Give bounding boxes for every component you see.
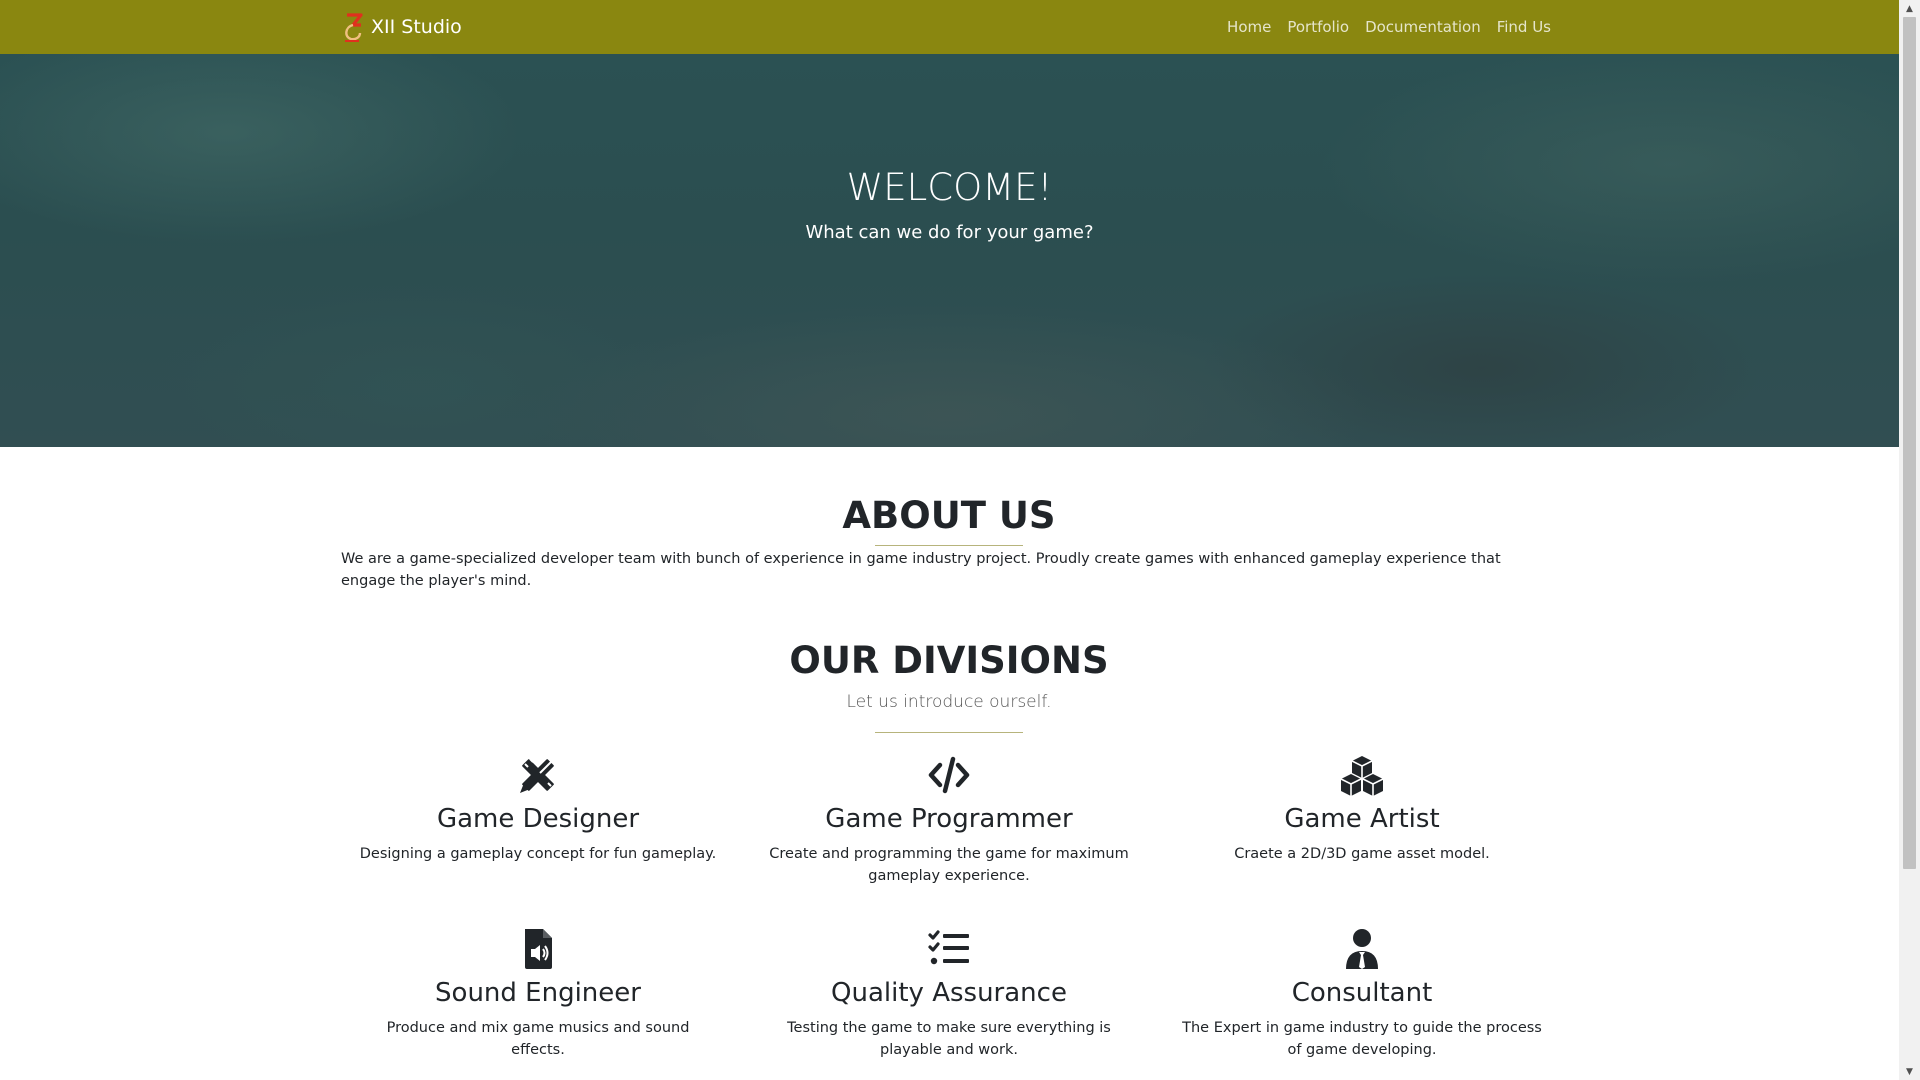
division-card: Consultant The Expert in game industry t… — [1172, 927, 1552, 1061]
divisions-title: OUR DIVISIONS — [789, 639, 1109, 682]
scroll-up-arrow-icon[interactable]: ▲ — [1899, 0, 1920, 17]
pen-ruler-icon — [520, 758, 554, 793]
content-section: ABOUT US We are a game-specialized devel… — [341, 447, 1557, 1080]
brand-name: XII Studio — [371, 16, 462, 38]
division-name: Game Designer — [436, 804, 640, 834]
division-card: Sound Engineer Produce and mix game musi… — [348, 927, 728, 1061]
nav-home-link[interactable]: Home — [1227, 18, 1271, 36]
division-card: Game Designer Designing a gameplay conce… — [348, 753, 728, 865]
division-name: Sound Engineer — [435, 978, 641, 1008]
navbar: XII Studio Home Portfolio Documentation … — [0, 0, 1899, 54]
division-description: Craete a 2D/3D game asset model. — [1234, 846, 1490, 862]
user-tie-icon — [1346, 929, 1378, 969]
division-description: Produce and mix game musics and sound ef… — [386, 1020, 690, 1058]
division-card: Game Programmer Create and programming t… — [759, 753, 1139, 887]
division-name: Consultant — [1291, 978, 1433, 1008]
about-title: ABOUT US — [842, 494, 1056, 537]
division-description: Testing the game to make sure everything… — [787, 1020, 1111, 1058]
cubes-icon — [1340, 756, 1384, 796]
nav-find-us-link[interactable]: Find Us — [1497, 18, 1551, 36]
division-name: Quality Assurance — [831, 978, 1067, 1008]
nav-documentation-link[interactable]: Documentation — [1365, 18, 1481, 36]
division-card: Game Artist Craete a 2D/3D game asset mo… — [1172, 753, 1552, 865]
about-text: We are a game-specialized developer team… — [341, 551, 1501, 589]
division-description: Designing a gameplay concept for fun gam… — [359, 846, 717, 862]
page: XII Studio Home Portfolio Documentation … — [0, 0, 1899, 1080]
division-description: Create and programming the game for maxi… — [769, 846, 1129, 884]
nav-portfolio-link[interactable]: Portfolio — [1287, 18, 1349, 36]
code-icon — [928, 756, 970, 794]
audio-file-icon — [525, 929, 552, 969]
xii-studio-logo-icon — [345, 13, 363, 42]
hero-subtitle: What can we do for your game? — [805, 222, 1094, 243]
divisions-divider — [875, 732, 1023, 733]
list-check-icon — [928, 930, 969, 965]
division-card: Quality Assurance Testing the game to ma… — [759, 927, 1139, 1061]
division-name: Game Artist — [1284, 804, 1440, 834]
division-description: The Expert in game industry to guide the… — [1182, 1020, 1542, 1058]
about-divider — [875, 545, 1023, 546]
hero-banner: WELCOME! What can we do for your game? — [0, 54, 1899, 447]
division-name: Game Programmer — [825, 804, 1073, 834]
hero-title: WELCOME! — [846, 166, 1053, 209]
scroll-down-arrow-icon[interactable]: ▼ — [1899, 1063, 1920, 1080]
vertical-scrollbar[interactable]: ▲ ▼ — [1899, 0, 1920, 1080]
scrollbar-thumb[interactable] — [1903, 17, 1916, 869]
divisions-subtitle: Let us introduce ourself. — [846, 692, 1052, 712]
brand-link[interactable]: XII Studio — [341, 10, 462, 44]
nav-links: Home Portfolio Documentation Find Us — [1211, 0, 1551, 54]
